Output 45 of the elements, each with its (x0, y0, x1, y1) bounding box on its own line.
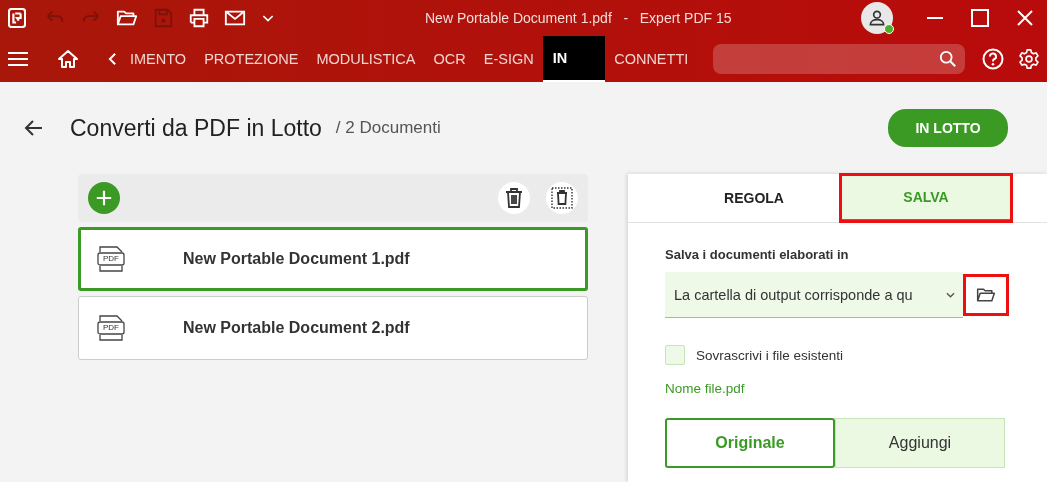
trash-selection-icon (550, 186, 574, 210)
close-icon[interactable] (1015, 8, 1035, 28)
file-name: New Portable Document 2.pdf (183, 319, 410, 337)
filename-link[interactable]: Nome file.pdf (665, 381, 745, 396)
panel-tab[interactable]: SALVA (840, 174, 1012, 222)
plus-icon (95, 189, 113, 207)
ribbon-tab[interactable]: E-SIGN (474, 36, 543, 82)
back-arrow-icon[interactable] (24, 118, 44, 138)
add-button[interactable] (88, 182, 120, 214)
search-icon[interactable] (939, 50, 958, 68)
ribbon-tab[interactable]: IN (542, 36, 606, 82)
delete-selected-button[interactable] (546, 182, 578, 214)
window-title: New Portable Document 1.pdf - Expert PDF 15 (425, 10, 732, 26)
ribbon-tab[interactable]: MODULISTICA (307, 36, 425, 82)
menu-icon[interactable] (8, 51, 28, 67)
ribbon-tab[interactable]: PROTEZIONE (195, 36, 308, 82)
chevron-down-icon (946, 291, 955, 298)
user-avatar[interactable] (861, 2, 893, 34)
printer-icon[interactable] (188, 7, 210, 29)
document-count: / 2 Documenti (335, 118, 441, 138)
person-icon (867, 8, 887, 28)
help-icon[interactable] (982, 48, 1005, 70)
home-icon[interactable] (58, 49, 78, 69)
mode-toggle[interactable]: Originale (665, 418, 835, 468)
output-folder-dropdown[interactable]: La cartella di output corrisponde a qu (665, 272, 963, 318)
checkbox-label: Sovrascrivi i file esistenti (696, 347, 844, 363)
batch-button[interactable]: IN LOTTO (888, 109, 1008, 147)
output-folder-label: Salva i documenti elaborati in (665, 247, 850, 262)
app-logo-icon[interactable] (8, 8, 26, 28)
ribbon-tab[interactable]: IMENTO (121, 36, 196, 82)
checkbox[interactable] (665, 345, 685, 365)
browse-folder-button[interactable] (963, 274, 1009, 316)
file-row[interactable]: PDF New Portable Document 2.pdf (78, 296, 588, 360)
file-name: New Portable Document 1.pdf (183, 250, 410, 268)
search-field[interactable] (713, 44, 966, 74)
folder-icon (975, 285, 997, 305)
ribbon-tab[interactable]: OCR (424, 36, 475, 82)
scroll-left-icon[interactable] (108, 52, 117, 66)
file-row[interactable]: PDF New Portable Document 1.pdf (78, 227, 588, 291)
mode-toggle[interactable]: Aggiungi (835, 418, 1005, 468)
settings-icon[interactable] (1018, 48, 1041, 70)
page-title: Converti da PDF in Lotto (70, 114, 322, 142)
delete-button[interactable] (498, 182, 530, 214)
maximize-icon[interactable] (970, 8, 990, 28)
ribbon-tab[interactable]: CONNETTI (605, 36, 698, 82)
